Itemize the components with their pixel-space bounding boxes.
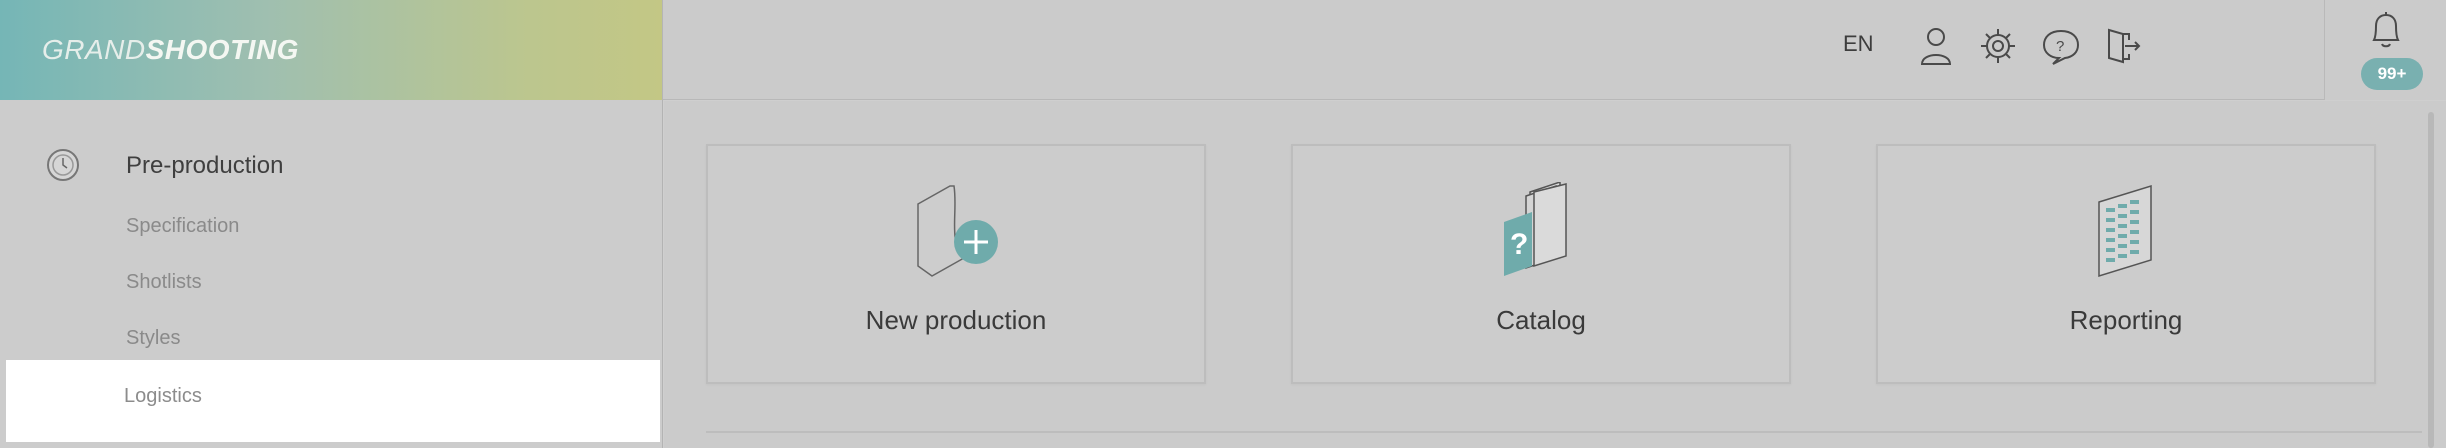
vertical-scrollbar[interactable] xyxy=(2428,112,2434,448)
sidebar-item-label: Specification xyxy=(126,215,240,237)
settings-icon[interactable] xyxy=(1976,24,2020,68)
brand-logo[interactable]: GRANDSHOOTING xyxy=(0,0,663,100)
svg-text:?: ? xyxy=(1510,228,1528,261)
card-label: New production xyxy=(865,305,1047,335)
sidebar-item-styles[interactable]: Styles xyxy=(0,316,663,360)
section-divider xyxy=(706,431,2422,433)
user-icon[interactable] xyxy=(1914,24,1958,68)
notifications-panel[interactable]: 99+ xyxy=(2324,0,2446,100)
card-label: Reporting xyxy=(2069,305,2183,335)
clock-icon xyxy=(46,148,80,182)
catalog-icon: ? xyxy=(1293,182,1789,278)
sidebar-section-label: Pre-production xyxy=(126,152,284,179)
card-reporting[interactable]: Reporting xyxy=(1876,144,2376,384)
logo-text-shooting: SHOOTING xyxy=(145,34,299,65)
help-icon[interactable]: ? xyxy=(2039,24,2083,68)
reporting-icon xyxy=(1878,182,2374,278)
notification-badge: 99+ xyxy=(2361,58,2423,90)
sidebar-item-shotlists[interactable]: Shotlists xyxy=(0,260,663,304)
new-production-icon xyxy=(708,182,1204,278)
bell-icon[interactable] xyxy=(2366,8,2406,52)
language-selector[interactable]: EN xyxy=(1843,31,1874,57)
sidebar-section-pre-production[interactable]: Pre-production xyxy=(0,140,663,186)
sidebar-item-label: Shotlists xyxy=(126,271,202,293)
logout-icon[interactable] xyxy=(2101,24,2145,68)
logo-text: GRANDSHOOTING xyxy=(42,34,299,66)
top-bar: EN ? xyxy=(663,0,2446,100)
sidebar-item-label: Styles xyxy=(126,327,181,349)
card-new-production[interactable]: New production xyxy=(706,144,1206,384)
logo-text-grand: GRAND xyxy=(42,34,146,65)
svg-text:?: ? xyxy=(2056,38,2064,55)
sidebar-item-label: Logistics xyxy=(124,385,202,407)
sidebar-item-logistics[interactable]: Logistics xyxy=(6,360,660,442)
sidebar: Pre-production Specification Shotlists S… xyxy=(0,100,663,448)
card-catalog[interactable]: ? Catalog xyxy=(1291,144,1791,384)
sidebar-item-specification[interactable]: Specification xyxy=(0,204,663,248)
main-content: New production ? Catalog Reporting xyxy=(664,101,2446,448)
card-label: Catalog xyxy=(1496,305,1586,335)
